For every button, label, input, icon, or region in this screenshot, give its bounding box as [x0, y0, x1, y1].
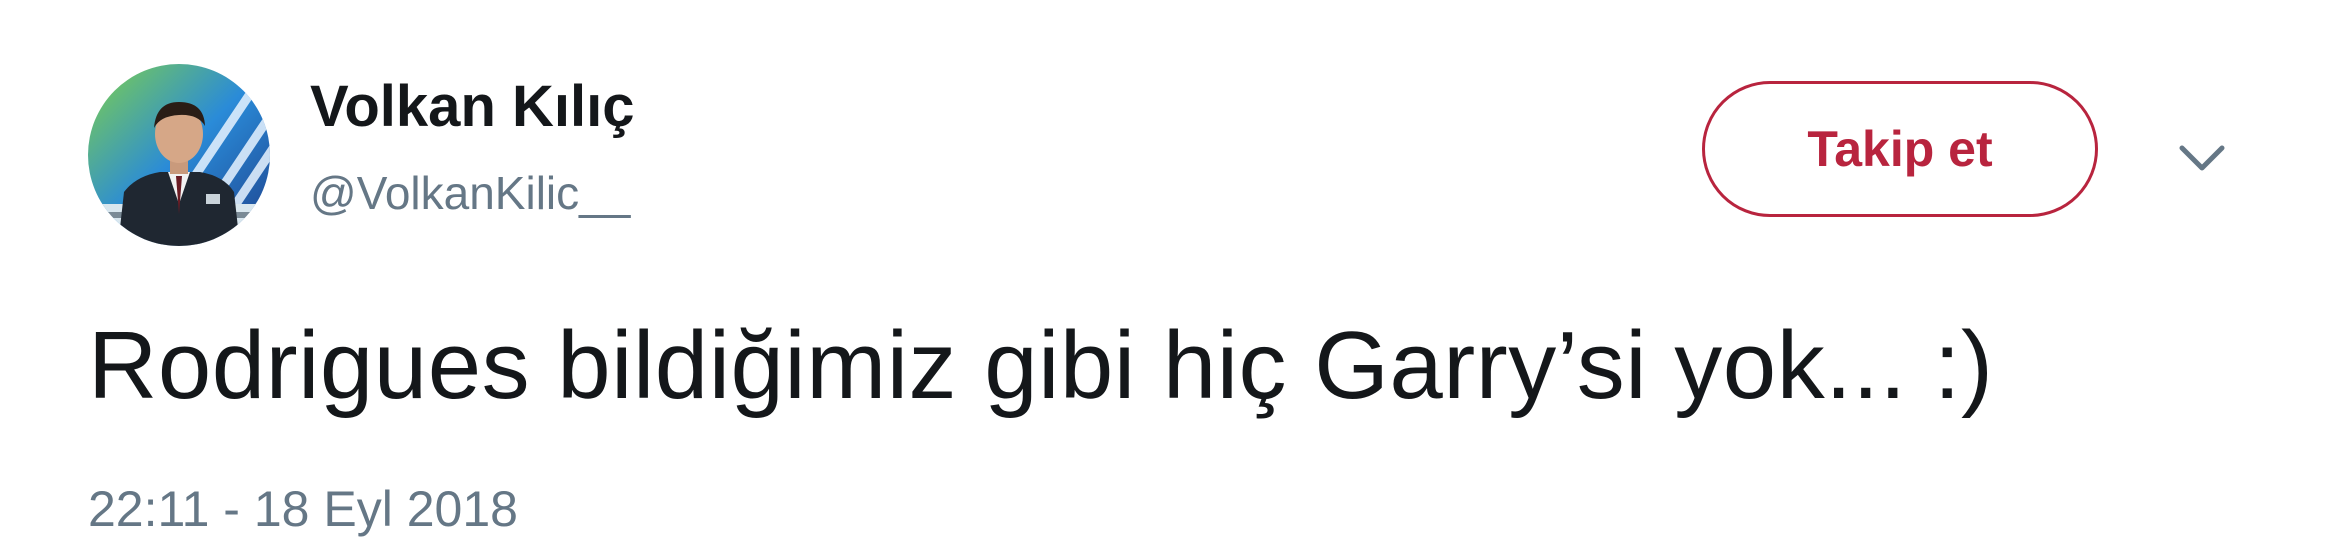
tweet-text: Rodrigues bildiğimiz gibi hiç Garry’si y… [88, 312, 1994, 419]
follow-button-label: Takip et [1807, 121, 1993, 177]
author-handle[interactable]: @VolkanKilic__ [310, 170, 630, 216]
follow-button[interactable]: Takip et [1702, 81, 2098, 217]
avatar[interactable] [88, 64, 270, 246]
tweet-card: Volkan Kılıç @VolkanKilic__ Takip et Rod… [0, 0, 2338, 555]
chevron-down-icon[interactable] [2176, 138, 2228, 178]
tweet-timestamp[interactable]: 22:11 - 18 Eyl 2018 [88, 484, 518, 534]
author-name[interactable]: Volkan Kılıç [310, 78, 634, 136]
